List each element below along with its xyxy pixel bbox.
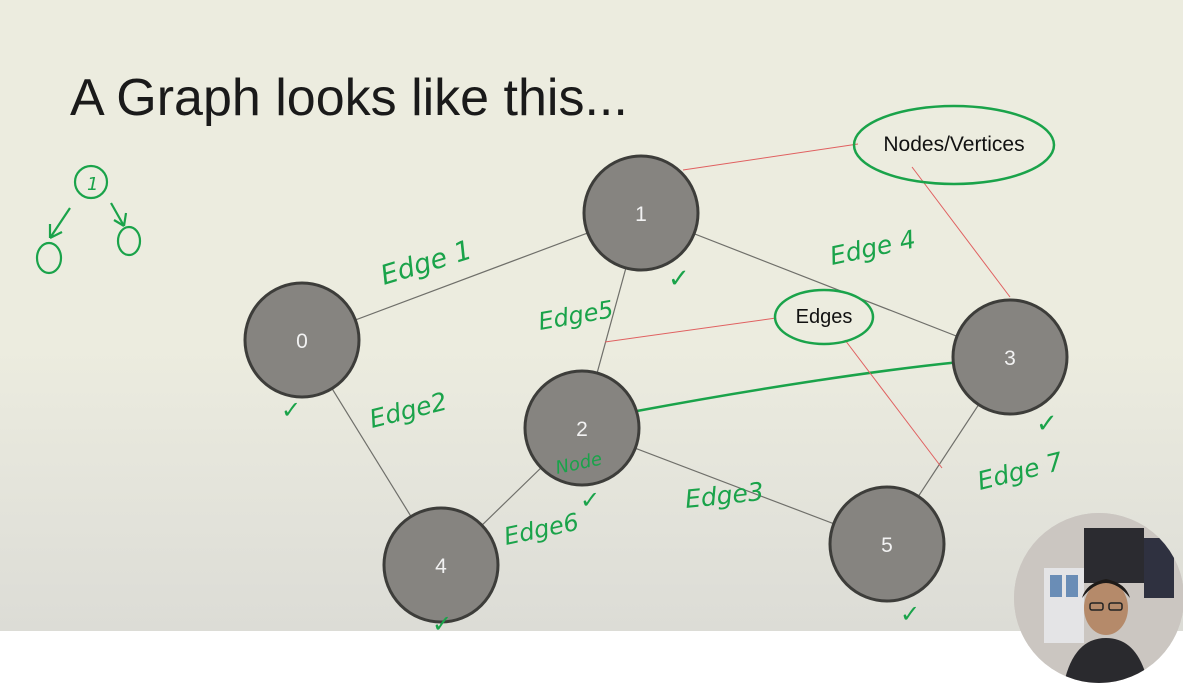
node-5[interactable]: 5 (828, 485, 946, 603)
node-4[interactable]: 4 (382, 506, 500, 624)
mini-tree-root-label: 1 (87, 174, 98, 195)
node-3-label: 3 (1004, 347, 1016, 370)
nodes-vertices-callout: Nodes/Vertices (852, 104, 1056, 186)
node-4-label: 4 (435, 555, 447, 578)
mini-tree-right-leaf (116, 225, 142, 257)
node-1[interactable]: 1 (582, 154, 700, 272)
pointer-edge-to-edges-callout (604, 317, 777, 343)
edges-callout: Edges (773, 288, 875, 346)
checkmark-node-5: ✓ (900, 600, 920, 628)
pointer-node1-to-nodes-callout (682, 143, 859, 171)
node-2-label: 2 (576, 418, 588, 441)
checkmark-node-2: ✓ (580, 486, 600, 514)
pointer-node3-to-nodes-callout (911, 166, 1011, 298)
graph-nodes: 0 1 2 3 4 5 (243, 154, 1069, 624)
node-0[interactable]: 0 (243, 281, 361, 399)
edge-1-note: Edge 1 (377, 235, 476, 292)
checkmark-node-1: ✓ (668, 264, 690, 294)
presenter-webcam (1014, 513, 1183, 683)
edge-5-note: Edge5 (536, 295, 615, 336)
checkmark-node-4: ✓ (432, 610, 452, 631)
checkmark-node-3: ✓ (1036, 409, 1058, 439)
checkmark-node-0: ✓ (281, 396, 301, 424)
ink-edge-2-3 (636, 360, 961, 413)
node-3[interactable]: 3 (951, 298, 1069, 416)
node-5-label: 5 (881, 534, 893, 557)
node-0-label: 0 (296, 330, 308, 353)
edge-3-note: Edge3 (684, 477, 765, 514)
mini-tree-arrow-left (48, 207, 71, 239)
nodes-vertices-label: Nodes/Vertices (883, 133, 1024, 156)
mini-tree-left-leaf (35, 241, 63, 275)
mini-tree-arrow-right (110, 202, 128, 227)
mini-tree-doodle: 1 (35, 164, 142, 275)
slide-canvas: A Graph looks like this... 0 1 2 3 4 5 N… (0, 0, 1183, 683)
edge-4-note: Edge 4 (827, 224, 918, 270)
edge-2-note: Edge2 (366, 387, 450, 434)
edge-1-3 (640, 212, 1011, 358)
node-1-label: 1 (635, 203, 647, 226)
edges-label: Edges (796, 306, 853, 328)
presenter-avatar (1014, 513, 1183, 683)
edge-6-note: Edge6 (501, 508, 581, 551)
graph-diagram: 0 1 2 3 4 5 Nodes/Vertices Edges Edge 1 … (35, 104, 1069, 631)
edge-7-note: Edge 7 (974, 447, 1065, 496)
pointer-edge35-to-edges-callout (844, 339, 943, 469)
